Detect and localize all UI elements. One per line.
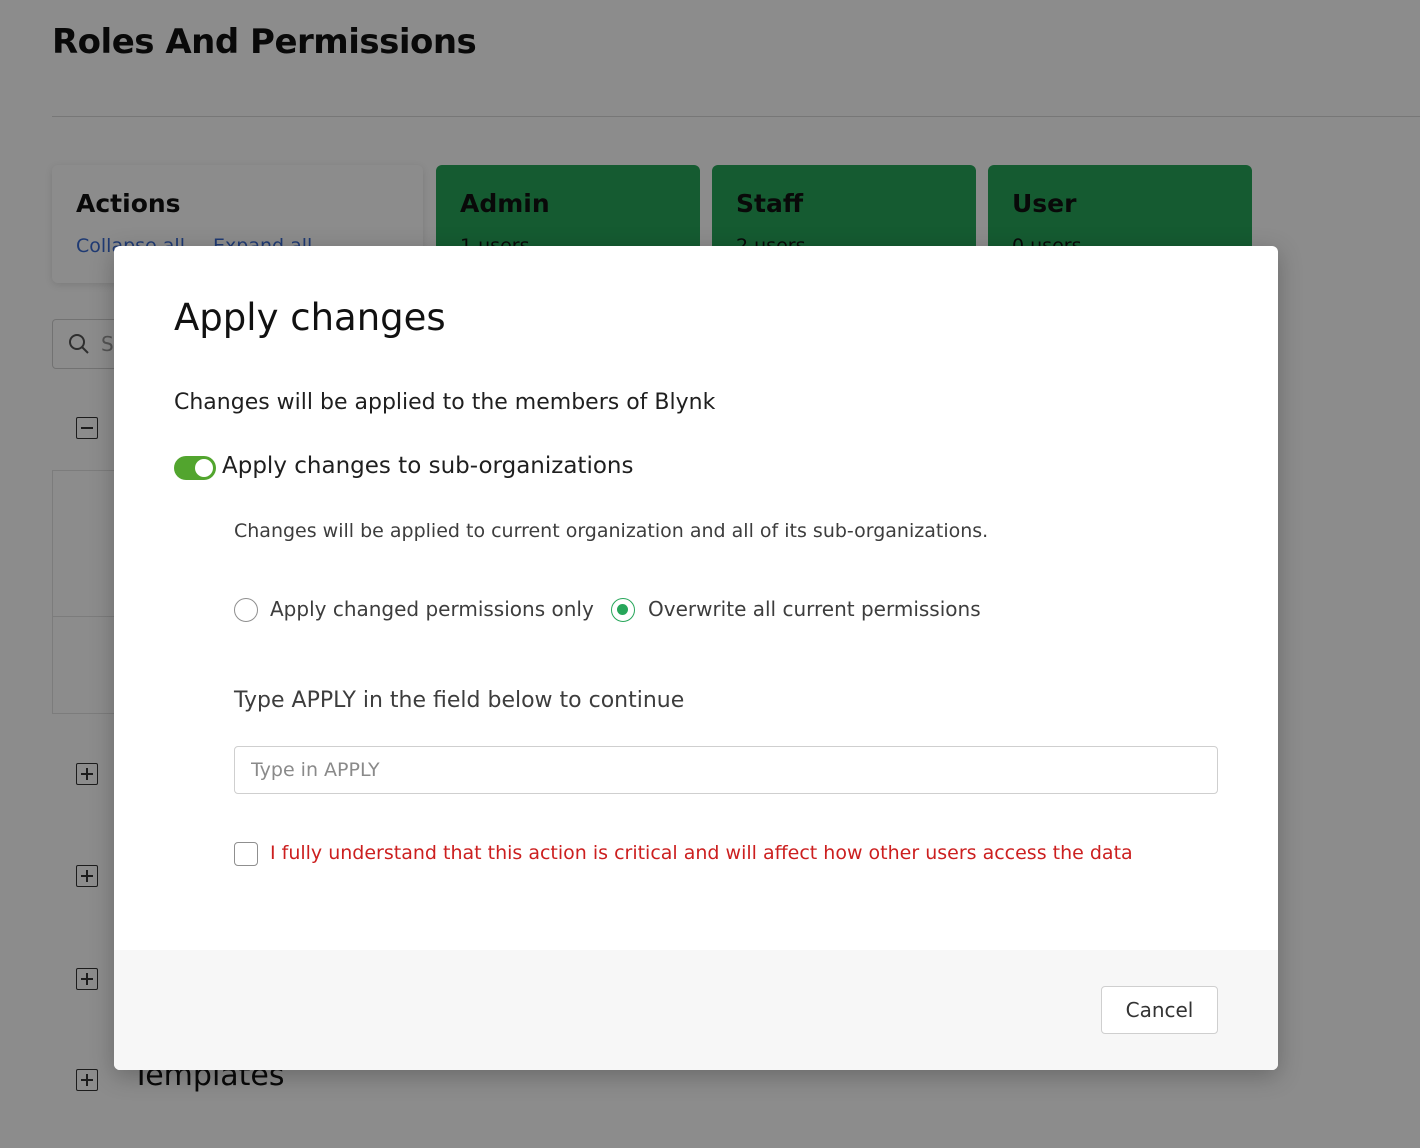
overwrite-all-label: Overwrite all current permissions (648, 597, 981, 621)
sub-organizations-description: Changes will be applied to current organ… (234, 520, 989, 542)
apply-changed-only-radio[interactable] (234, 598, 258, 622)
cancel-button[interactable]: Cancel (1101, 986, 1218, 1034)
understand-risk-checkbox[interactable] (234, 842, 258, 866)
dialog-title: Apply changes (174, 296, 446, 339)
apply-changed-only-label: Apply changed permissions only (270, 597, 594, 621)
sub-organizations-toggle-label: Apply changes to sub-organizations (222, 453, 634, 479)
dialog-subtitle: Changes will be applied to the members o… (174, 390, 716, 415)
overwrite-all-radio[interactable] (611, 598, 635, 622)
understand-risk-label: I fully understand that this action is c… (270, 842, 1133, 864)
toggle-knob (195, 459, 213, 477)
sub-organizations-toggle[interactable] (174, 456, 216, 480)
apply-prompt-label: Type APPLY in the field below to continu… (234, 688, 685, 713)
apply-changes-dialog: Apply changes Changes will be applied to… (114, 246, 1278, 1070)
dialog-footer: Cancel (114, 950, 1278, 1070)
apply-confirmation-input[interactable] (234, 746, 1218, 794)
